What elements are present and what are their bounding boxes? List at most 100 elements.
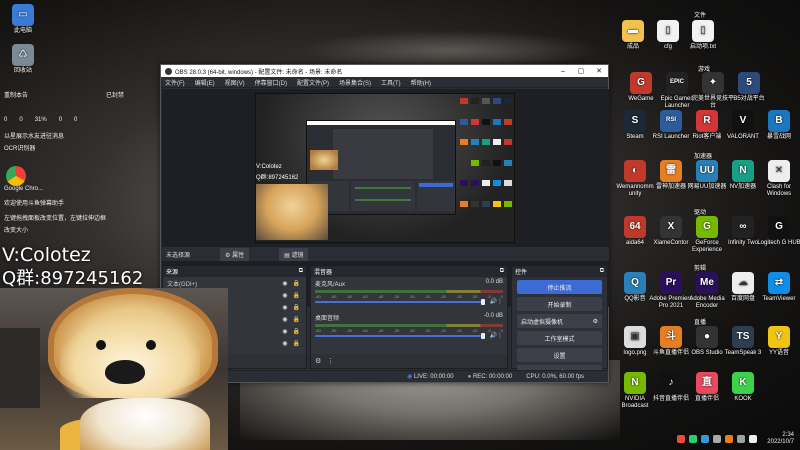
no-source-label: 未选择源 (166, 252, 191, 259)
volume-meter (315, 290, 503, 293)
app-icon: 雷 (660, 160, 682, 182)
tray-icon[interactable] (713, 435, 722, 443)
app-icon: ☁ (732, 272, 754, 294)
app-icon: ✕ (768, 160, 790, 182)
settings-button[interactable]: 设置 (517, 348, 602, 362)
menu-file[interactable]: 文件(F) (165, 78, 185, 87)
menu-view[interactable]: 视图(V) (225, 78, 245, 87)
desktop-icon[interactable]: G Logitech G HUB (756, 216, 800, 247)
desktop-icon-label: KOOK (734, 396, 752, 402)
virtual-camera-button[interactable]: 启动虚拟摄像机 ⚙ (517, 314, 602, 328)
advanced-audio-icon[interactable]: ⚙ (315, 357, 321, 365)
desktop-icon[interactable]: ✕ Clash for Windows (756, 160, 800, 198)
desktop-icon-label: 雷神加速器 (655, 184, 686, 190)
chrome-icon[interactable] (6, 166, 26, 186)
widget-title: 重制本告 (4, 93, 29, 99)
menu-profile[interactable]: 配置文件(P) (297, 78, 329, 87)
desktop-icon-label: Epic Games Launcher (660, 96, 694, 110)
undock-icon[interactable]: ⧉ (299, 268, 303, 275)
speaker-icon[interactable]: 🔊 (490, 332, 497, 339)
mixer-menu-icon[interactable]: ⋮ (327, 357, 334, 365)
tray-icon[interactable] (689, 435, 698, 443)
more-icon[interactable]: ⋮ (497, 298, 503, 305)
close-icon[interactable]: ✕ (590, 67, 608, 75)
app-icon: UU (696, 160, 718, 182)
app-icon: R (696, 110, 718, 132)
menu-edit[interactable]: 编辑(E) (195, 78, 215, 87)
slider-thumb[interactable] (481, 333, 485, 339)
dog-nose (105, 360, 145, 384)
app-icon: G (768, 216, 790, 238)
desktop-icon-this-pc[interactable]: ▭ 此电脑 (0, 4, 46, 35)
volume-slider[interactable]: 🔊 ⋮ (315, 332, 503, 339)
preview-camera-thumb (256, 184, 328, 240)
desktop-icon[interactable]: ⇄ TeamViewer (756, 272, 800, 303)
menu-tools[interactable]: 工具(T) (381, 78, 401, 87)
tray-icon[interactable] (677, 435, 686, 443)
folder-icon: ▬ (622, 20, 644, 42)
widget-line: OCR识别器 (4, 146, 36, 152)
sources-dock-title: 来源 (166, 270, 179, 276)
menu-help[interactable]: 帮助(H) (411, 78, 431, 87)
app-icon: N (624, 372, 646, 394)
tray-icon[interactable] (737, 435, 746, 443)
desktop-icon[interactable]: 5 B5对战平台 (726, 72, 772, 103)
visibility-icon[interactable]: ◉ (282, 340, 287, 347)
preview-qq-text: Q群:897245162 (256, 175, 299, 181)
stop-streaming-button[interactable]: 停止推流 (517, 280, 602, 294)
visibility-icon[interactable]: ◉ (282, 292, 287, 299)
webcam-overlay (0, 288, 228, 450)
lock-icon[interactable]: 🔒 (293, 292, 300, 299)
track-name: 麦克风/Aux (315, 282, 346, 288)
taskbar-clock[interactable]: 2:34 2022/10/7 (767, 432, 794, 446)
desktop-icon[interactable]: Y YY语音 (756, 326, 800, 357)
visibility-icon[interactable]: ◉ (282, 316, 287, 323)
volume-slider[interactable]: 🔊 ⋮ (315, 298, 503, 305)
maximize-icon[interactable]: ▢ (572, 67, 590, 75)
widget-line: 以星展示水友进驻消息 (4, 134, 65, 140)
undock-icon[interactable]: ⧉ (500, 268, 504, 275)
visibility-icon[interactable]: ◉ (282, 304, 287, 311)
slider-thumb[interactable] (481, 299, 485, 305)
filters-button[interactable]: ▤ 滤镜 (279, 247, 309, 261)
desktop-icon-label: NV加速器 (729, 184, 757, 190)
file-icon: ▯ (692, 20, 714, 42)
app-icon: V (732, 110, 754, 132)
menu-scene-collection[interactable]: 场景集合(S) (339, 78, 371, 87)
menu-docks[interactable]: 停靠窗口(D) (255, 78, 287, 87)
tray-icon[interactable] (701, 435, 710, 443)
desktop-icon[interactable]: ▯ 启动项.txt (680, 20, 726, 51)
app-icon: B (768, 110, 790, 132)
app-icon: K (732, 372, 754, 394)
minimize-icon[interactable]: – (554, 68, 572, 75)
app-icon: S (624, 110, 646, 132)
desktop-icon-label: OBS Studio (691, 350, 723, 356)
properties-button[interactable]: ⚙ 属性 (220, 247, 250, 261)
widget-line: 左键拖拽面板改变位置，左键拉伸边框 (4, 216, 107, 222)
lock-icon[interactable]: 🔒 (293, 340, 300, 347)
tray-icon[interactable] (725, 435, 734, 443)
app-icon: G (630, 72, 652, 94)
studio-mode-button[interactable]: 工作室模式 (517, 331, 602, 345)
lock-icon[interactable]: 🔒 (293, 316, 300, 323)
obs-title-bar[interactable]: OBS 28.0.3 (64-bit, windows) - 配置文件: 未命名… (161, 65, 608, 77)
lock-icon[interactable]: 🔒 (293, 280, 300, 287)
tray-icon[interactable] (749, 435, 758, 443)
undock-icon[interactable]: ⧉ (600, 268, 604, 275)
lock-icon[interactable]: 🔒 (293, 304, 300, 311)
rec-status: ● REC: 00:00:00 (467, 373, 513, 380)
start-recording-button[interactable]: 开始录制 (517, 297, 602, 311)
volume-meter (315, 324, 503, 327)
more-icon[interactable]: ⋮ (497, 332, 503, 339)
gear-icon: ⚙ (225, 252, 231, 259)
gear-icon[interactable]: ⚙ (593, 318, 598, 325)
desktop-icon[interactable]: B 暴雪战网 (756, 110, 800, 141)
desktop-icon[interactable]: K KOOK (720, 372, 766, 403)
app-icon: ● (696, 326, 718, 348)
visibility-icon[interactable]: ◉ (282, 328, 287, 335)
controls-dock-title: 控件 (515, 270, 528, 276)
visibility-icon[interactable]: ◉ (282, 280, 287, 287)
lock-icon[interactable]: 🔒 (293, 328, 300, 335)
desktop-icon-recycle-bin[interactable]: ♺ 回收站 (0, 44, 46, 75)
speaker-icon[interactable]: 🔊 (490, 298, 497, 305)
